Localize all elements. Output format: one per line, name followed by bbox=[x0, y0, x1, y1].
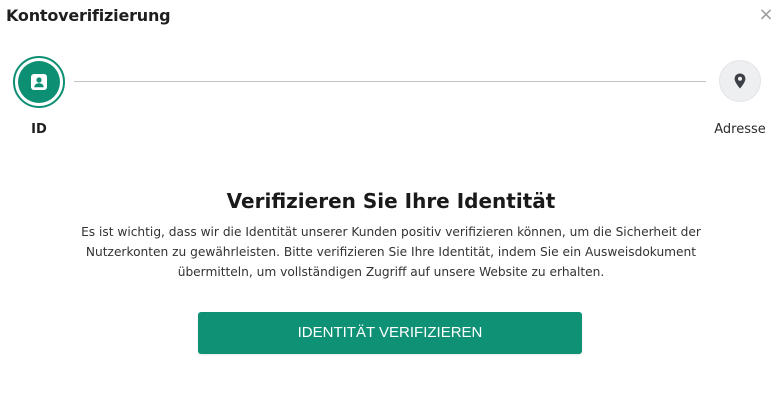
step-address[interactable] bbox=[719, 60, 761, 102]
step-id-circle bbox=[18, 61, 60, 103]
page-heading: Verifizieren Sie Ihre Identität bbox=[226, 189, 556, 213]
stepper: ID Adresse bbox=[0, 56, 782, 146]
dialog-title: Kontoverifizierung bbox=[6, 6, 171, 25]
map-pin-icon bbox=[734, 73, 746, 89]
verify-identity-button[interactable]: IDENTITÄT VERIFIZIEREN bbox=[198, 312, 582, 354]
close-icon[interactable]: × bbox=[758, 6, 774, 24]
description-text: Es ist wichtig, dass wir die Identität u… bbox=[81, 225, 701, 279]
step-address-label: Adresse bbox=[714, 122, 766, 137]
verification-dialog: Kontoverifizierung × ID Adresse Verifizi… bbox=[0, 0, 782, 402]
step-id[interactable] bbox=[13, 56, 65, 108]
id-card-icon bbox=[31, 74, 47, 90]
step-id-label: ID bbox=[31, 122, 47, 137]
stepper-line bbox=[74, 81, 706, 82]
